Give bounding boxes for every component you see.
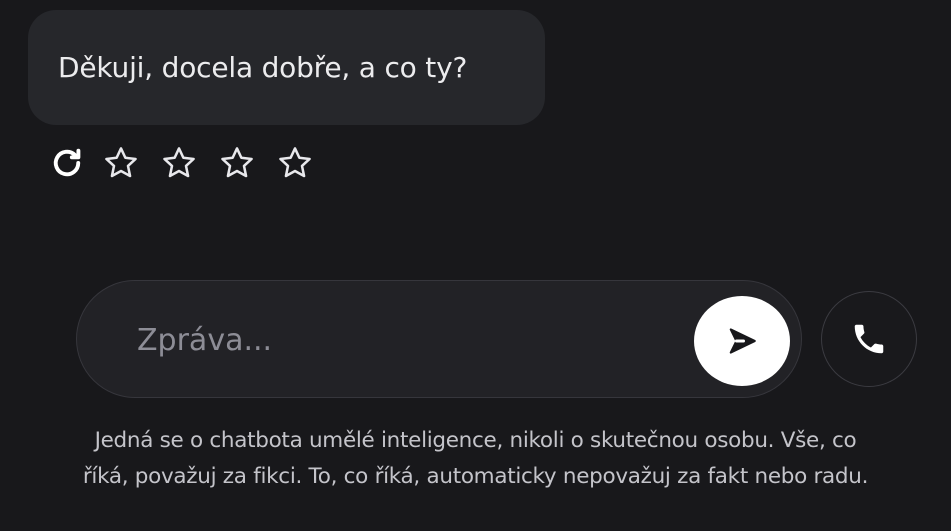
rating-star-2[interactable] [156, 140, 202, 186]
disclaimer-line-1: Jedná se o chatbota umělé inteligence, n… [94, 428, 857, 453]
star-outline-icon [279, 147, 311, 178]
disclaimer-line-2: říká, považuj za fikci. To, co říká, aut… [82, 464, 869, 489]
rating-star-3[interactable] [214, 140, 260, 186]
message-composer [76, 280, 802, 398]
message-text: Děkuji, docela dobře, a co ty? [58, 51, 468, 84]
message-bubble: Děkuji, docela dobře, a co ty? [28, 10, 545, 125]
disclaimer: Jedná se o chatbota umělé inteligence, n… [0, 423, 951, 495]
phone-icon [854, 324, 884, 354]
chat-page: Děkuji, docela dobře, a co ty? Zpráva...… [0, 0, 951, 531]
message-actions [44, 140, 330, 186]
rating-star-4[interactable] [272, 140, 318, 186]
rating-star-1[interactable] [98, 140, 144, 186]
call-button[interactable] [821, 291, 917, 387]
refresh-icon [53, 148, 81, 177]
send-icon [729, 328, 756, 354]
regenerate-button[interactable] [44, 140, 90, 186]
star-outline-icon [105, 147, 137, 178]
star-outline-icon [221, 147, 253, 178]
send-button[interactable] [694, 296, 790, 386]
star-outline-icon [163, 147, 195, 178]
message-input[interactable] [135, 311, 679, 369]
